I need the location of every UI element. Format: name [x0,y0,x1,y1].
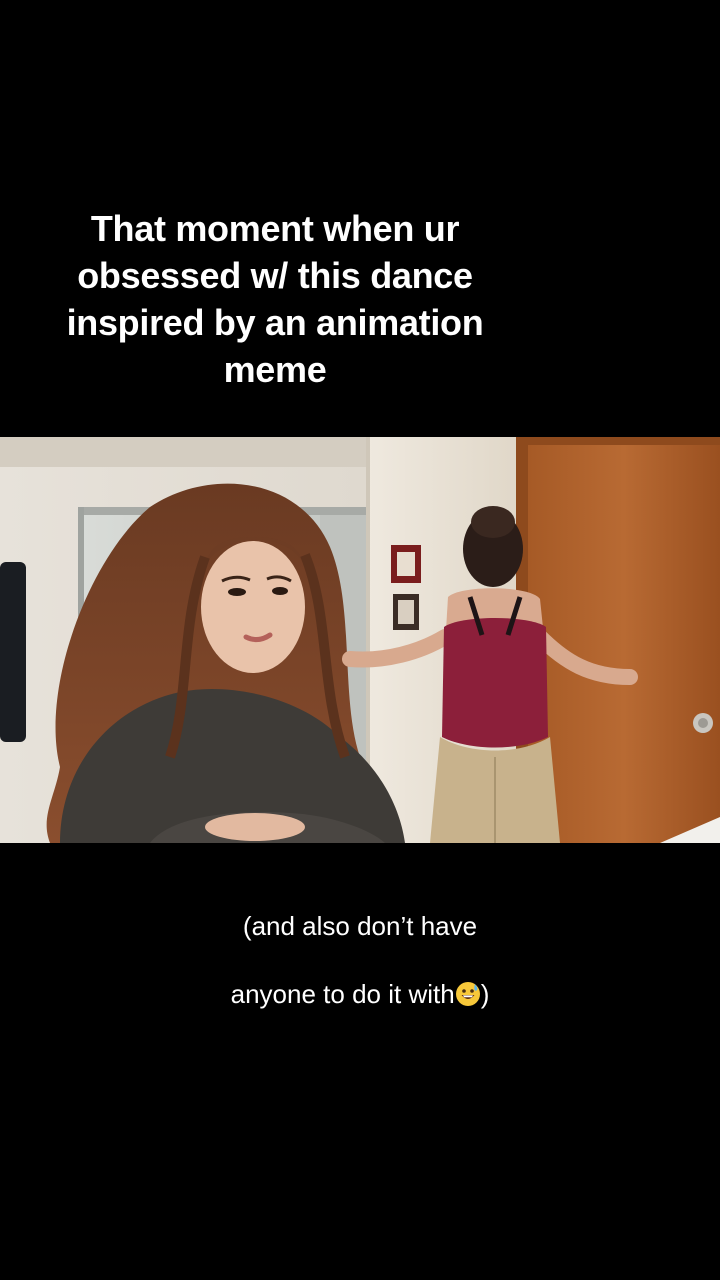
grinning-face-with-sweat-icon [455,982,480,1006]
bottom-caption-close-paren: ) [480,979,490,1009]
video-still [0,437,720,843]
top-caption: That moment when ur obsessed w/ this dan… [66,208,484,390]
bottom-caption-line1: (and also don’t have [242,911,478,941]
video-scene-image [0,437,720,843]
video-frame: That moment when ur obsessed w/ this dan… [0,0,720,1280]
bottom-caption-line2: anyone to do it with [230,979,455,1009]
bottom-caption: (and also don’t have anyone to do it wit… [190,875,530,1011]
